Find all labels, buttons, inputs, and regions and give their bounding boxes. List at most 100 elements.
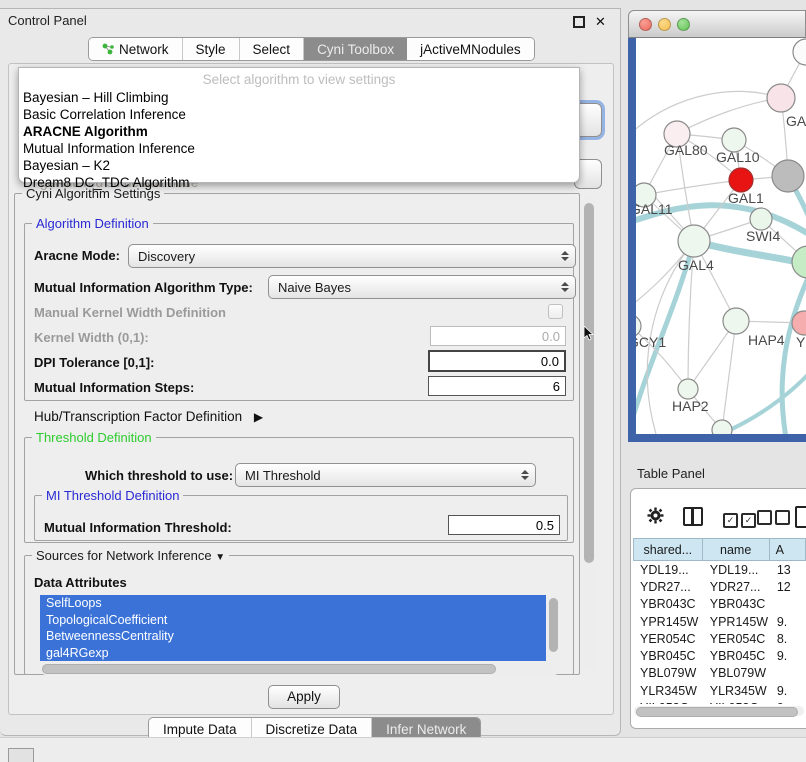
- tab-label: Network: [119, 42, 169, 57]
- mi-threshold-label: Mutual Information Threshold:: [44, 520, 232, 535]
- mi-threshold-definition-title: MI Threshold Definition: [42, 488, 183, 503]
- node-hap4[interactable]: [723, 308, 749, 334]
- node-hap2[interactable]: [678, 379, 698, 399]
- network-icon: [102, 43, 114, 55]
- node[interactable]: [793, 39, 806, 65]
- attributes-hscrollbar-thumb[interactable]: [42, 664, 496, 674]
- combo-spinner-icon: [520, 470, 529, 480]
- attributes-scrollbar[interactable]: [548, 595, 559, 661]
- node[interactable]: [712, 420, 732, 434]
- split-columns-icon[interactable]: [683, 507, 703, 526]
- network-window-titlebar[interactable]: [628, 10, 806, 38]
- mi-type-combobox[interactable]: Naive Bayes: [268, 275, 576, 299]
- which-threshold-label: Which threshold to use:: [85, 468, 233, 483]
- node-gal4[interactable]: [678, 225, 710, 257]
- table-settings-gear-icon[interactable]: [647, 507, 664, 529]
- table-row[interactable]: YIL052CYIL052C9: [633, 699, 806, 704]
- algorithm-option[interactable]: Bayesian – K2: [23, 157, 573, 174]
- mi-type-label: Mutual Information Algorithm Type:: [34, 280, 253, 295]
- tab-cyni-toolbox[interactable]: Cyni Toolbox: [304, 38, 407, 60]
- svg-text:GCY1: GCY1: [636, 334, 666, 350]
- attributes-hscrollbar[interactable]: [40, 663, 560, 675]
- algorithm-dropdown-popup: Select algorithm to view settings Bayesi…: [18, 67, 580, 183]
- algorithm-option[interactable]: Bayesian – Hill Climbing: [23, 89, 573, 106]
- manual-kernel-label: Manual Kernel Width Definition: [34, 305, 226, 320]
- aracne-mode-label: Aracne Mode:: [34, 248, 120, 263]
- svg-text:GAL4: GAL4: [678, 257, 714, 273]
- sources-group-title[interactable]: Sources for Network Inference ▼: [32, 548, 229, 563]
- algorithm-popup-placeholder: Select algorithm to view settings: [19, 72, 579, 87]
- kernel-width-label: Kernel Width (0,1):: [34, 330, 149, 345]
- node-gal1[interactable]: [729, 168, 753, 192]
- svg-text:GAL80: GAL80: [664, 142, 708, 158]
- expand-right-icon: ▶: [254, 410, 263, 424]
- tab-select[interactable]: Select: [240, 38, 305, 60]
- svg-text:Y: Y: [796, 334, 806, 350]
- float-window-icon[interactable]: [573, 15, 586, 28]
- column-header-shared-name[interactable]: shared...: [633, 538, 703, 561]
- attributes-scrollbar-thumb[interactable]: [549, 598, 558, 652]
- dpi-tolerance-field[interactable]: [428, 350, 566, 372]
- attribute-item-selected[interactable]: gal4RGexp: [40, 645, 546, 662]
- close-window-icon[interactable]: ✕: [595, 15, 608, 28]
- table-row[interactable]: YDR27...YDR27...12: [633, 578, 806, 595]
- kernel-width-field[interactable]: [430, 326, 566, 346]
- which-threshold-combobox[interactable]: MI Threshold: [235, 463, 536, 487]
- mi-steps-field[interactable]: [428, 376, 566, 396]
- table-hscrollbar[interactable]: [634, 706, 804, 716]
- aracne-mode-combobox[interactable]: Discovery: [128, 244, 576, 268]
- column-header-name[interactable]: name: [703, 538, 770, 561]
- node-green-large[interactable]: [792, 246, 806, 278]
- control-panel-tabbar: Network Style Select Cyni Toolbox jActiv…: [88, 37, 535, 61]
- table-row[interactable]: YBL079WYBL079W: [633, 665, 806, 682]
- hub-definition-label: Hub/Transcription Factor Definition: [34, 409, 242, 424]
- settings-scrollbar[interactable]: [583, 197, 595, 671]
- export-table-icon[interactable]: [795, 506, 806, 528]
- table-row[interactable]: YBR043CYBR043C: [633, 596, 806, 613]
- table-row[interactable]: YBR045CYBR045C9.: [633, 647, 806, 664]
- node-gal[interactable]: [767, 84, 795, 112]
- attribute-item-selected[interactable]: BetweennessCentrality: [40, 628, 546, 645]
- manual-kernel-checkbox[interactable]: [548, 304, 563, 319]
- which-threshold-value: MI Threshold: [245, 468, 520, 483]
- tab-style[interactable]: Style: [183, 38, 240, 60]
- threshold-definition-title: Threshold Definition: [32, 430, 156, 445]
- network-view-window: GAL GAL80 GAL10 GAL1 GAL11 SWI4 GAL4 GCY…: [628, 10, 806, 442]
- attribute-item-selected[interactable]: SelfLoops: [40, 595, 546, 612]
- hub-definition-toggle[interactable]: Hub/Transcription Factor Definition ▶: [34, 409, 263, 424]
- algorithm-option[interactable]: Basic Correlation Inference: [23, 106, 573, 123]
- algorithm-option-selected[interactable]: ARACNE Algorithm: [23, 123, 573, 140]
- bottom-strip: [0, 737, 806, 762]
- svg-text:HAP4: HAP4: [748, 332, 785, 348]
- tab-network[interactable]: Network: [89, 38, 183, 60]
- zoom-traffic-light[interactable]: [677, 18, 690, 31]
- mi-steps-label: Mutual Information Steps:: [34, 380, 194, 395]
- control-panel-title: Control Panel: [8, 13, 87, 28]
- table-row[interactable]: YPR145WYPR145W9.: [633, 613, 806, 630]
- algorithm-option[interactable]: Dream8 DC_TDC Algorithm: [23, 174, 573, 191]
- node-swi4[interactable]: [750, 208, 772, 230]
- combo-spinner-icon: [560, 282, 569, 292]
- svg-text:GAL1: GAL1: [728, 190, 764, 206]
- apply-button[interactable]: Apply: [268, 685, 340, 709]
- select-all-columns-icon[interactable]: ✓✓: [723, 510, 756, 528]
- table-row[interactable]: YDL19...YDL19...13: [633, 561, 806, 578]
- algorithm-option[interactable]: Mutual Information Inference: [23, 140, 573, 157]
- settings-scrollbar-thumb[interactable]: [584, 203, 594, 563]
- deselect-all-columns-icon[interactable]: [757, 510, 790, 530]
- table-panel-title: Table Panel: [637, 466, 705, 481]
- minimize-traffic-light[interactable]: [658, 18, 671, 31]
- attribute-item-selected[interactable]: TopologicalCoefficient: [40, 612, 546, 629]
- mi-type-value: Naive Bayes: [278, 280, 560, 295]
- close-traffic-light[interactable]: [639, 18, 652, 31]
- table-row[interactable]: YLR345WYLR345W9.: [633, 682, 806, 699]
- column-header-partial[interactable]: A: [770, 538, 806, 561]
- network-canvas[interactable]: GAL GAL80 GAL10 GAL1 GAL11 SWI4 GAL4 GCY…: [636, 38, 806, 434]
- algorithm-definition-title: Algorithm Definition: [32, 216, 153, 231]
- mi-threshold-field[interactable]: [448, 515, 560, 535]
- tab-jactivemnodules[interactable]: jActiveMNodules: [407, 38, 534, 60]
- table-hscrollbar-thumb[interactable]: [636, 707, 798, 717]
- table-row[interactable]: YER054CYER054C8.: [633, 630, 806, 647]
- node-gray[interactable]: [772, 160, 804, 192]
- collapsed-panel-icon[interactable]: [8, 748, 34, 762]
